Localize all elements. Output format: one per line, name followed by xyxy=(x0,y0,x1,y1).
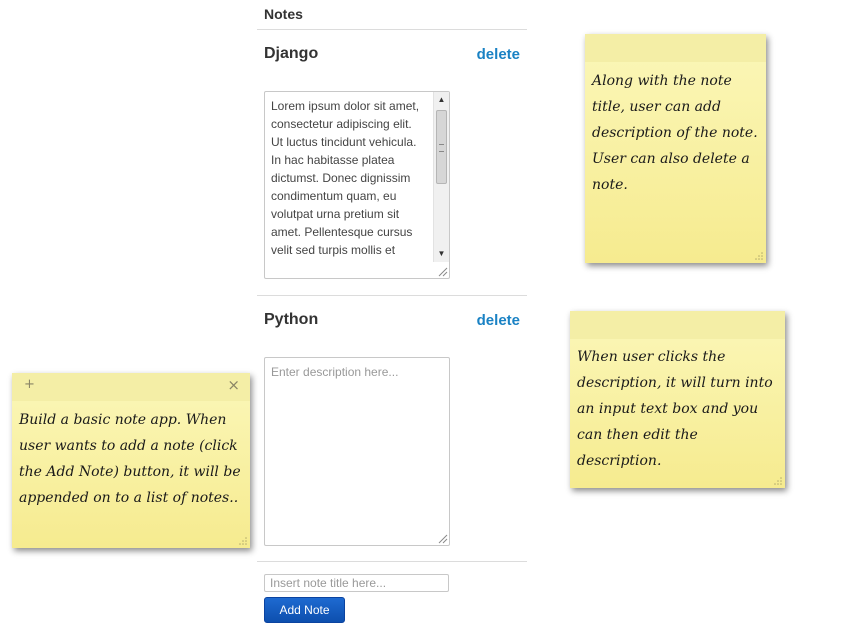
vertical-scrollbar[interactable]: ▲ ▼ xyxy=(433,92,449,262)
sticky-header xyxy=(585,34,766,62)
note-title: Django xyxy=(264,45,319,62)
divider xyxy=(257,295,527,296)
sticky-note-text: Build a basic note app. When user wants … xyxy=(19,412,241,506)
add-note-button[interactable]: Add Note xyxy=(264,597,345,623)
delete-note-link[interactable]: delete xyxy=(477,46,520,63)
plus-icon[interactable]: + xyxy=(24,377,35,393)
description-placeholder: Enter description here... xyxy=(271,365,399,379)
sticky-note-middle-right: When user clicks the description, it wil… xyxy=(570,311,785,488)
divider xyxy=(257,561,527,562)
resize-grip-icon[interactable] xyxy=(755,252,763,260)
note-description-textarea[interactable]: Enter description here... xyxy=(264,357,450,546)
close-icon[interactable]: × xyxy=(227,377,240,393)
note-description-textarea[interactable]: Lorem ipsum dolor sit amet, consectetur … xyxy=(264,91,450,279)
note-description-text: Lorem ipsum dolor sit amet, consectetur … xyxy=(271,99,420,257)
resize-grip-icon[interactable] xyxy=(239,537,247,545)
notes-panel: Notes Django delete Lorem ipsum dolor si… xyxy=(257,0,527,630)
sticky-note-top-right: Along with the note title, user can add … xyxy=(585,34,766,263)
scroll-down-arrow-icon[interactable]: ▼ xyxy=(434,247,449,261)
resize-grip-icon[interactable] xyxy=(437,533,448,544)
sticky-note-text: Along with the note title, user can add … xyxy=(592,73,758,193)
note-title: Python xyxy=(264,311,319,328)
scroll-thumb[interactable] xyxy=(436,110,447,184)
resize-grip-icon[interactable] xyxy=(774,477,782,485)
divider xyxy=(257,29,527,30)
resize-grip-icon[interactable] xyxy=(437,266,448,277)
delete-note-link[interactable]: delete xyxy=(477,312,520,329)
sticky-header xyxy=(12,373,250,401)
panel-title: Notes xyxy=(264,6,303,22)
sticky-note-text: When user clicks the description, it wil… xyxy=(577,349,773,469)
sticky-header xyxy=(570,311,785,339)
sticky-note-left: + × Build a basic note app. When user wa… xyxy=(12,373,250,548)
scroll-up-arrow-icon[interactable]: ▲ xyxy=(434,93,449,107)
note-title-input[interactable] xyxy=(264,574,449,592)
